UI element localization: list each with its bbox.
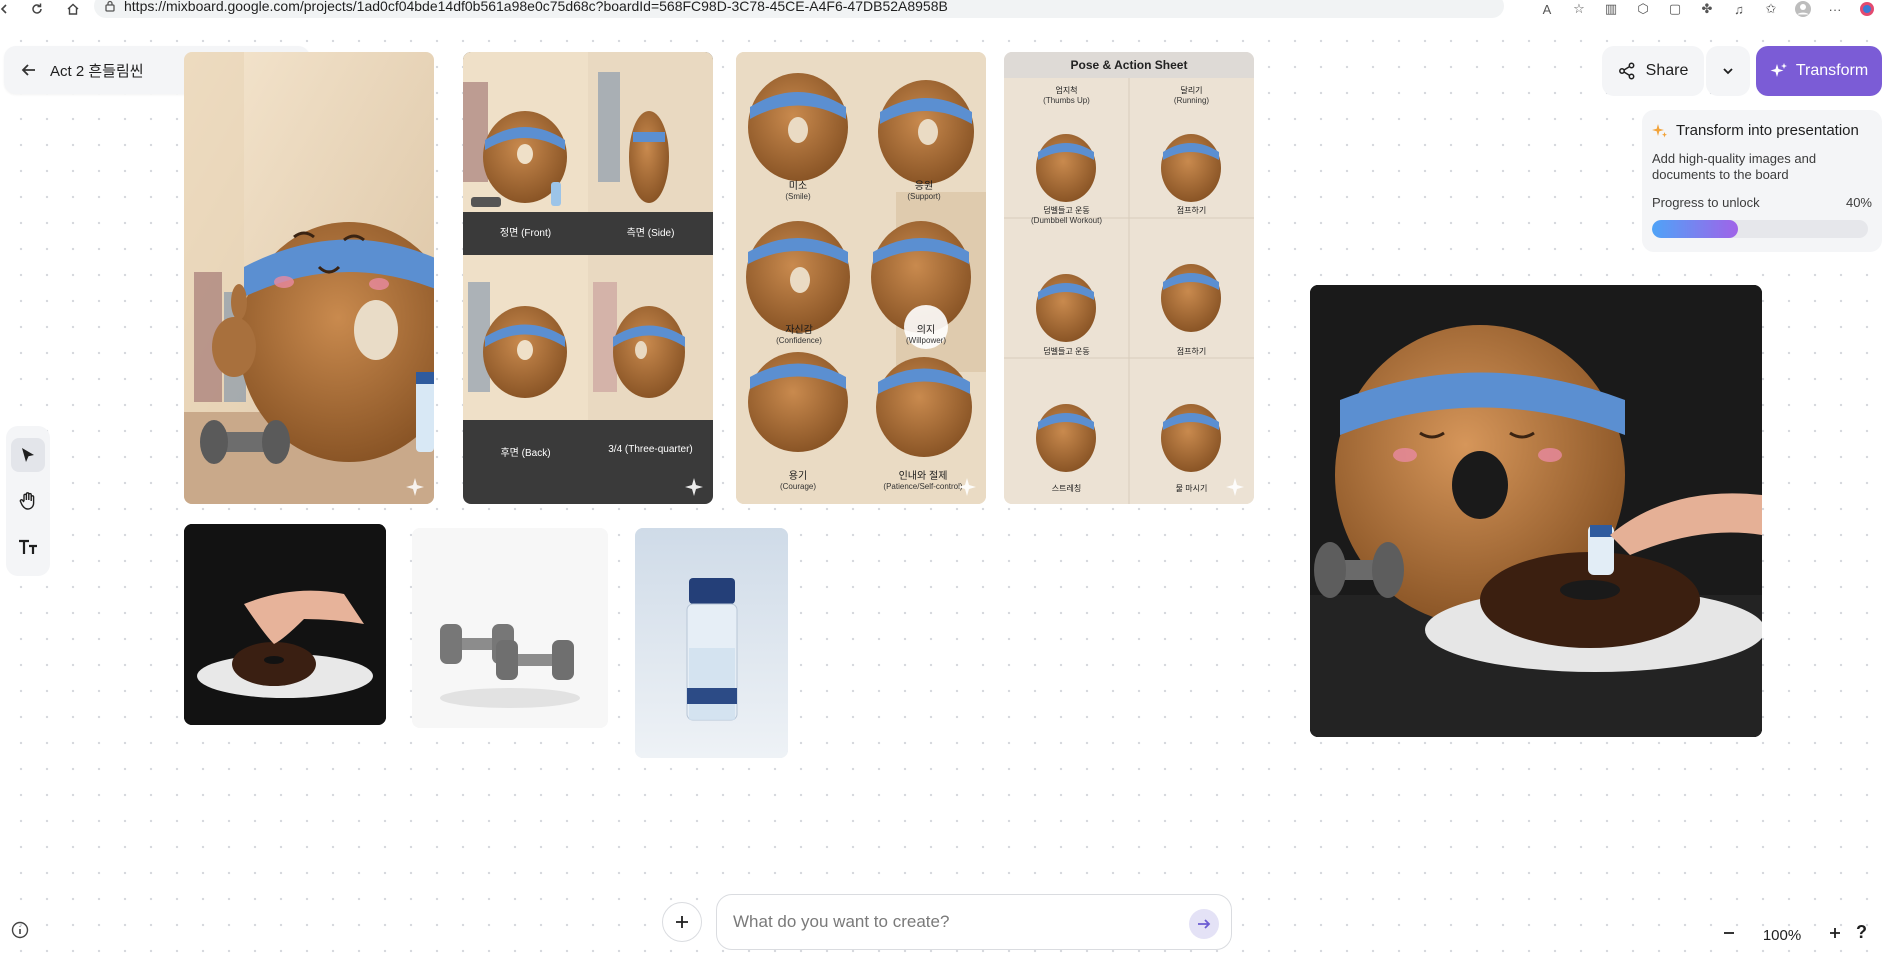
plus-icon [1830,928,1840,938]
info-button[interactable] [10,920,30,940]
water-bottle-photo [635,528,788,758]
pose-sheet-title: Pose & Action Sheet [1004,52,1254,78]
transform-panel-description: Add high-quality images and documents to… [1652,151,1817,182]
label-willpower: 의지 (Willpower) [906,325,946,346]
tool-palette [6,426,50,576]
sparkles-icon [1770,63,1787,77]
transform-button[interactable]: Transform [1756,46,1882,96]
donut-character-image [184,52,434,504]
send-button[interactable] [1189,909,1219,939]
image-card-water-bottle[interactable] [635,528,788,758]
label-confidence: 자신감 (Confidence) [776,325,822,346]
hand-donut-photo [184,524,386,725]
sparkle-icon [1652,123,1667,137]
back-arrow-icon[interactable] [0,0,14,18]
image-card-hand-chocolate-donut[interactable] [184,524,386,725]
reading-view-icon[interactable]: ▥ [1602,1,1620,17]
dumbbells-photo [412,528,608,728]
chevron-down-icon [1723,68,1733,75]
prompt-placeholder: What do you want to create? [733,912,950,931]
profile-icon[interactable] [1794,1,1812,17]
label-smile: 미소 (Smile) [785,181,811,202]
read-aloud-icon[interactable]: A [1538,1,1556,17]
address-bar[interactable]: https://mixboard.google.com/projects/1ad… [94,0,1504,18]
zoom-in-button[interactable] [1828,926,1842,944]
label-pose-stretch: 스트레칭 [1051,484,1082,493]
label-three-quarter: 3/4 (Three-quarter) [608,444,693,455]
info-icon [11,921,29,939]
image-card-pose-action-sheet[interactable]: Pose & Action Sheet 엄지척 (Thumbs Up) 달리기 (R… [1004,52,1254,504]
label-pose-jump-2: 점프하기 [1176,347,1207,356]
puzzle-icon[interactable]: ✤ [1698,1,1716,17]
image-card-hero-donut[interactable] [1310,285,1762,737]
plus-icon [676,916,688,928]
share-icon [1618,62,1635,80]
media-icon[interactable]: ♫ [1730,1,1748,17]
label-pose-jump: 점프하기 [1176,206,1207,215]
prompt-input[interactable]: What do you want to create? [716,894,1232,950]
image-card-emotion-sheet[interactable]: 미소 (Smile) 응원 (Support) 자신감 (Confidence) 의지… [736,52,986,504]
favorites-icon[interactable]: ✩ [1762,1,1780,17]
label-pose-dumbbell-2: 덤벨들고 운동 [1043,347,1090,356]
image-card-turnaround-sheet[interactable]: 정면 (Front) 측면 (Side) 후면 (Back) 3/4 (Thre… [463,52,713,504]
sparkle-icon[interactable] [406,478,424,496]
label-support: 응원 (Support) [907,181,941,202]
sparkle-icon[interactable] [958,478,976,496]
share-button[interactable]: Share [1602,46,1704,96]
lock-icon [104,0,116,12]
select-tool[interactable] [11,438,45,472]
share-label: Share [1645,62,1689,79]
hand-icon [19,492,35,510]
progress-label: Progress to unlock [1652,195,1760,210]
zoom-controls: 100% [1722,918,1842,952]
progress-value: 40% [1845,195,1872,210]
transform-panel-title: Transform into presentation [1676,122,1859,139]
label-side: 측면 (Side) [626,228,675,239]
favorite-star-icon[interactable]: ☆ [1570,1,1588,17]
reload-icon[interactable] [28,0,46,18]
question-mark-icon: ? [1856,922,1867,942]
url-text: https://mixboard.google.com/projects/1ad… [124,0,948,14]
more-menu-icon[interactable]: ··· [1826,1,1844,17]
label-front: 정면 (Front) [499,228,552,239]
label-back: 후면 (Back) [500,448,551,459]
copilot-icon[interactable] [1858,1,1876,17]
hero-donut-photo [1310,285,1762,737]
turnaround-sheet-image [463,52,713,420]
back-arrow-icon[interactable] [18,59,40,81]
document-icon[interactable]: ▢ [1666,1,1684,17]
sparkle-icon[interactable] [1226,478,1244,496]
label-pose-thumbs-up: 엄지척 (Thumbs Up) [1043,86,1090,105]
minus-icon [1724,932,1734,934]
home-icon[interactable] [64,0,82,18]
label-pose-running: 달리기 (Running) [1173,86,1210,105]
extension-icon[interactable]: ⬡ [1634,1,1652,17]
image-card-donut-thumbs-up[interactable] [184,52,434,504]
browser-extension-area: A ☆ ▥ ⬡ ▢ ✤ ♫ ✩ ··· [1538,0,1882,18]
sparkle-icon[interactable] [685,478,703,496]
share-dropdown-button[interactable] [1706,46,1750,96]
cursor-icon [22,448,34,462]
arrow-right-icon [1198,919,1211,929]
transform-label: Transform [1795,62,1869,79]
browser-toolbar: https://mixboard.google.com/projects/1ad… [0,0,1882,18]
label-pose-dumbbell: 덤벨들고 운동 (Dumbbell Workout) [1031,206,1102,225]
add-button[interactable] [662,902,702,942]
progress-bar [1652,220,1868,238]
hand-tool[interactable] [11,484,45,518]
zoom-level[interactable]: 100% [1763,927,1801,944]
image-card-dumbbells[interactable] [412,528,608,728]
transform-panel: Transform into presentation Add high-qua… [1642,110,1882,252]
pose-sheet-image [1004,78,1254,504]
zoom-out-button[interactable] [1722,926,1736,944]
label-courage: 용기 (Courage) [779,471,816,492]
help-button[interactable]: ? [1856,922,1874,946]
progress-bar-fill [1652,220,1739,238]
text-tool[interactable] [11,530,45,564]
text-icon [19,539,37,554]
emotion-sheet-image [736,52,986,504]
